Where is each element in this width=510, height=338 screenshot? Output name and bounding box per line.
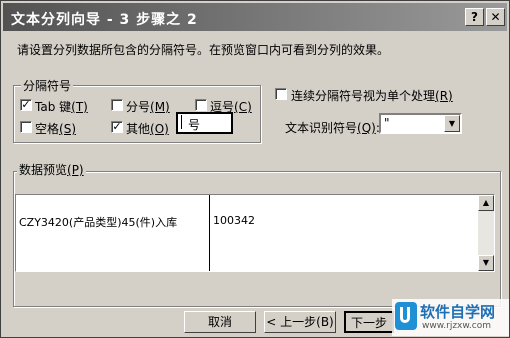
dialog-window: 文本分列向导 - 3 步骤之 2 ? ✕ 请设置分列数据所包含的分隔符号。在预览… [0, 0, 510, 338]
qualifier-select[interactable]: " ▼ [379, 113, 462, 134]
consecutive-checkbox[interactable] [275, 88, 287, 100]
back-button[interactable]: < 上一步(B) [264, 311, 336, 333]
watermark-brand: 软件自学网 [420, 303, 496, 321]
tab-label[interactable]: Tab 键(T) [35, 98, 88, 115]
window-title: 文本分列向导 - 3 步骤之 2 [11, 12, 198, 28]
cancel-button[interactable]: 取消 [184, 311, 256, 333]
preview-grid: CZY3420(产品类型)45(件)入库 100342 [16, 195, 478, 271]
space-label[interactable]: 空格(S) [35, 120, 76, 137]
qualifier-label: 文本识别符号(Q): [285, 121, 380, 135]
other-delimiter-field[interactable]: 号 [176, 112, 233, 134]
comma-checkbox[interactable] [195, 99, 207, 111]
instruction-text: 请设置分列数据所包含的分隔符号。在预览窗口内可看到分列的效果。 [17, 43, 390, 57]
other-checkbox[interactable]: ✓ [111, 121, 123, 133]
chevron-down-icon[interactable]: ▼ [444, 115, 460, 132]
tab-checkbox[interactable]: ✓ [20, 99, 32, 111]
title-bar[interactable]: 文本分列向导 - 3 步骤之 2 ? ✕ [3, 3, 507, 31]
other-delimiter-value: 号 [188, 118, 201, 132]
consecutive-label[interactable]: 连续分隔符号视为单个处理(R) [291, 87, 453, 104]
site-watermark: 软件自学网 www.rjzxw.com [392, 299, 509, 336]
check-icon: ✓ [21, 98, 31, 111]
brand-logo-icon [395, 302, 417, 330]
preview-cell: 100342 [213, 214, 255, 227]
column-divider[interactable] [209, 195, 210, 271]
other-label[interactable]: 其他(O) [126, 120, 169, 137]
next-button[interactable]: 下一步 [344, 311, 394, 333]
help-button[interactable]: ? [465, 8, 484, 26]
space-checkbox[interactable] [20, 121, 32, 133]
semicolon-checkbox[interactable] [111, 99, 123, 111]
preview-cell: CZY3420(产品类型)45(件)入库 [19, 216, 178, 229]
preview-pane[interactable]: CZY3420(产品类型)45(件)入库 100342 ▲ ▼ [15, 194, 495, 272]
watermark-url: www.rjzxw.com [422, 321, 491, 331]
preview-group-label: 数据预览(P) [17, 161, 86, 178]
scroll-up-icon[interactable]: ▲ [478, 195, 494, 211]
semicolon-label[interactable]: 分号(M) [126, 98, 170, 115]
scroll-down-icon[interactable]: ▼ [478, 255, 494, 271]
check-icon: ✓ [112, 120, 122, 133]
text-cursor [181, 115, 182, 129]
qualifier-value: " [384, 116, 390, 130]
delimiters-group-label: 分隔符号 [21, 77, 74, 94]
preview-scrollbar[interactable]: ▲ ▼ [478, 195, 494, 271]
close-button[interactable]: ✕ [486, 8, 505, 26]
